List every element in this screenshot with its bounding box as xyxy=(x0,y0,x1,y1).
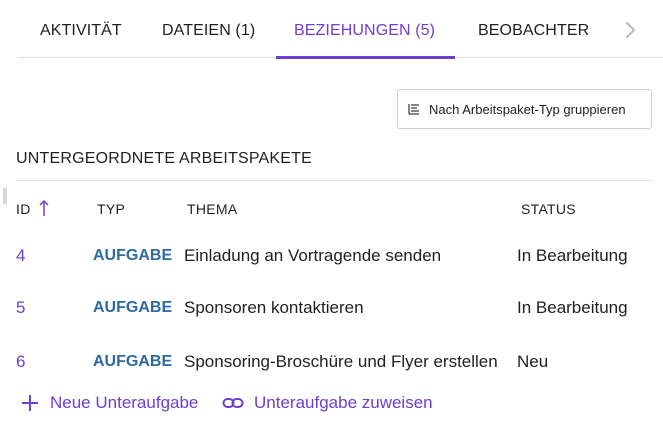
work-package-subject[interactable]: Einladung an Vortragende senden xyxy=(184,246,441,266)
work-package-id-link[interactable]: 6 xyxy=(16,352,25,372)
work-package-status[interactable]: In Bearbeitung xyxy=(517,246,628,266)
work-package-type: AUFGABE xyxy=(93,299,173,316)
section-title: UNTERGEORDNETE ARBEITSPAKETE xyxy=(16,150,313,167)
column-header-status[interactable]: STATUS xyxy=(521,201,576,217)
table-row: 6 AUFGABE Sponsoring-Broschüre und Flyer… xyxy=(0,352,663,392)
link-icon xyxy=(222,398,244,408)
table-row: 4 AUFGABE Einladung an Vortragende sende… xyxy=(0,246,663,286)
new-child-label: Neue Unteraufgabe xyxy=(50,393,199,412)
work-package-id-link[interactable]: 4 xyxy=(16,246,25,266)
tab-watchers[interactable]: BEOBACHTER xyxy=(478,0,589,58)
column-header-subject[interactable]: THEMA xyxy=(187,201,238,217)
group-by-type-label: Nach Arbeitspaket-Typ gruppieren xyxy=(429,101,626,117)
work-package-type: AUFGABE xyxy=(93,353,173,370)
chevron-right-icon[interactable] xyxy=(618,18,642,42)
group-by-type-button[interactable]: Nach Arbeitspaket-Typ gruppieren xyxy=(397,89,652,129)
work-package-subject[interactable]: Sponsoring-Broschüre und Flyer erstellen xyxy=(184,352,498,372)
column-header-id[interactable]: ID xyxy=(16,201,31,217)
work-package-id-link[interactable]: 5 xyxy=(16,298,25,318)
tab-activity[interactable]: AKTIVITÄT xyxy=(40,0,122,58)
tab-files[interactable]: DATEIEN (1) xyxy=(162,0,255,58)
table-row: 5 AUFGABE Sponsoren kontaktieren In Bear… xyxy=(0,298,663,338)
plus-icon xyxy=(22,395,38,411)
tab-bar: AKTIVITÄT DATEIEN (1) BEZIEHUNGEN (5) BE… xyxy=(18,0,663,59)
assign-child-label: Unteraufgabe zuweisen xyxy=(254,393,433,412)
work-package-subject[interactable]: Sponsoren kontaktieren xyxy=(184,298,364,318)
resize-handle[interactable] xyxy=(3,188,7,204)
column-header-type[interactable]: TYP xyxy=(97,201,125,217)
arrow-up-icon[interactable] xyxy=(38,198,50,218)
group-list-icon xyxy=(408,104,419,115)
tab-relations[interactable]: BEZIEHUNGEN (5) xyxy=(275,0,456,59)
assign-child-button[interactable]: Unteraufgabe zuweisen xyxy=(222,393,433,413)
section-divider xyxy=(16,180,653,181)
work-package-type: AUFGABE xyxy=(93,247,173,264)
work-package-status[interactable]: Neu xyxy=(517,352,548,372)
new-child-button[interactable]: Neue Unteraufgabe xyxy=(20,393,198,413)
work-package-status[interactable]: In Bearbeitung xyxy=(517,298,628,318)
